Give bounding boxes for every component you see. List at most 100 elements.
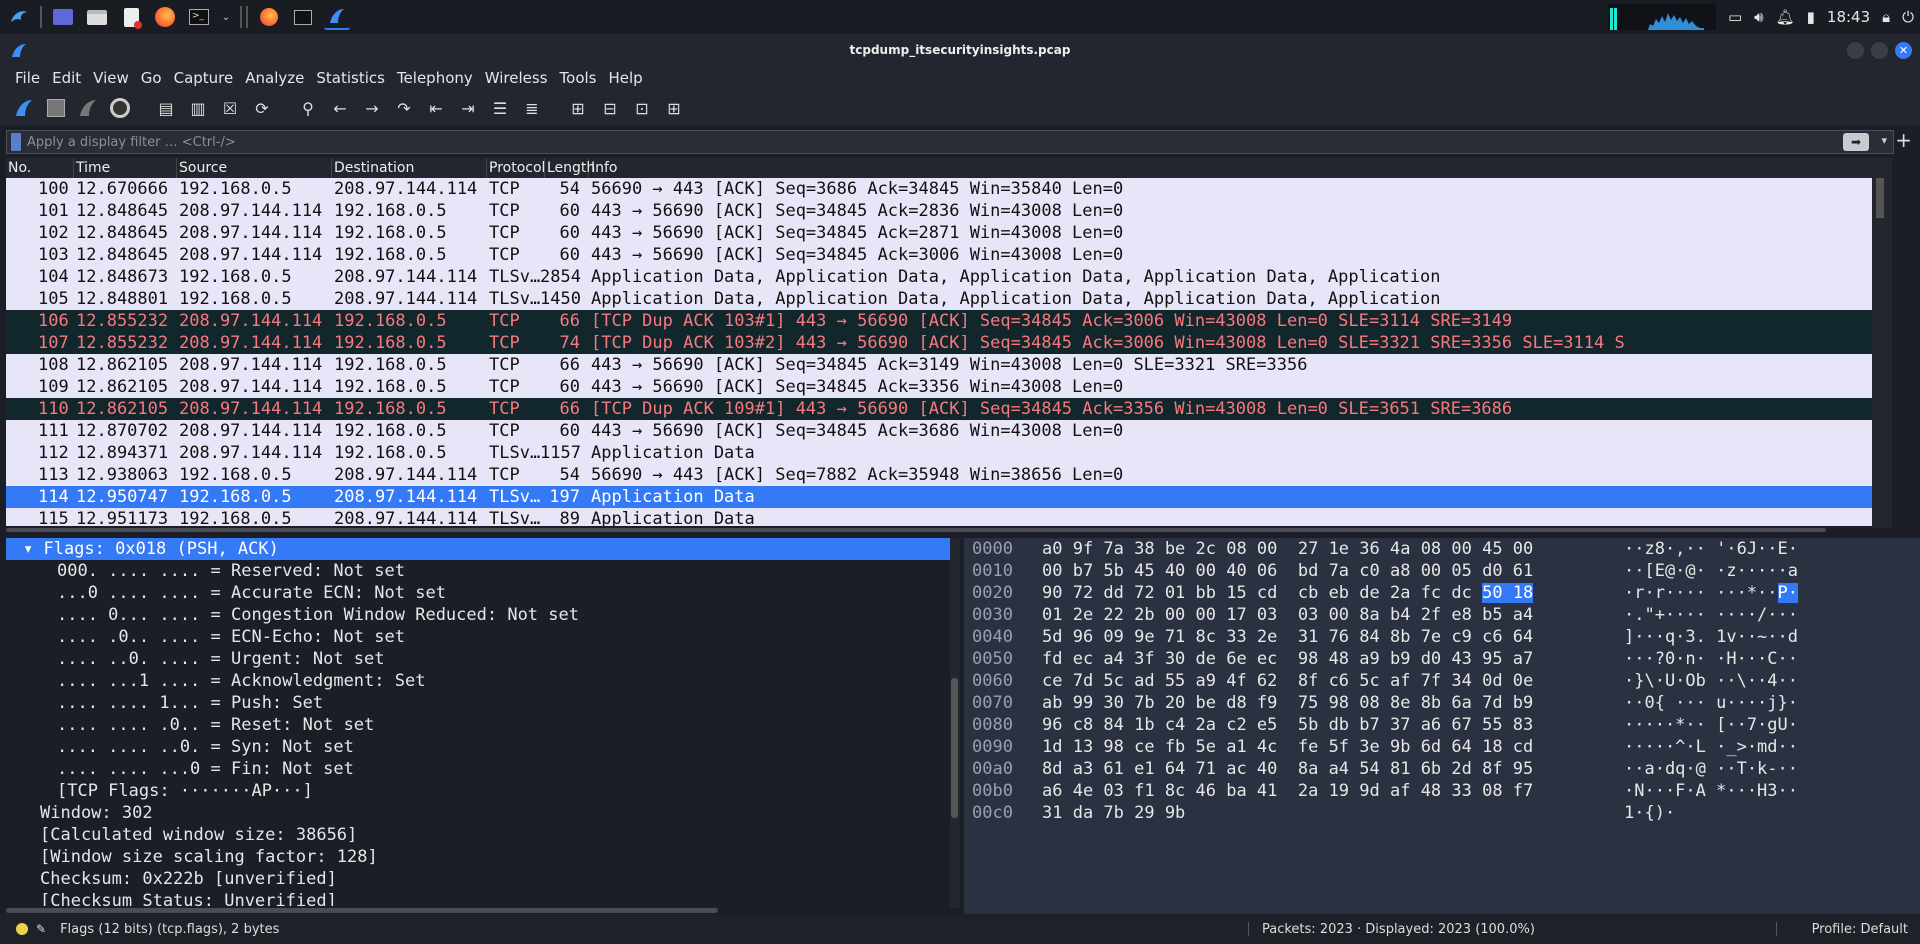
- menu-view[interactable]: View: [88, 69, 136, 87]
- detail-row[interactable]: [Window size scaling factor: 128]: [6, 846, 950, 868]
- menu-help[interactable]: Help: [603, 69, 649, 87]
- firefox-task-icon[interactable]: [256, 4, 282, 30]
- clock[interactable]: 18:43: [1827, 8, 1870, 26]
- go-forward-icon[interactable]: →: [358, 94, 386, 122]
- packet-row[interactable]: 110 12.862105 208.97.144.114 192.168.0.5 TCP…: [6, 398, 1872, 420]
- hex-bytes[interactable]: 90 72 dd 72 01 bb 15 cd cb eb de 2a fc d…: [1042, 582, 1534, 604]
- power-icon[interactable]: ⏻: [1902, 8, 1914, 26]
- packet-row[interactable]: 107 12.855232 208.97.144.114 192.168.0.5 TCP…: [6, 332, 1872, 354]
- restart-capture-icon[interactable]: [74, 94, 102, 122]
- last-packet-icon[interactable]: ⇥: [454, 94, 482, 122]
- chevron-down-icon[interactable]: ⌄: [220, 4, 232, 30]
- firefox-icon[interactable]: [152, 4, 178, 30]
- hex-ascii[interactable]: ·r·r···· ···*··P·: [1624, 582, 1799, 604]
- first-packet-icon[interactable]: ⇤: [422, 94, 450, 122]
- hex-ascii[interactable]: ·····^·L ·_>·md··: [1624, 736, 1798, 758]
- hex-ascii[interactable]: ··z8·,·· '·6J··E·: [1624, 538, 1798, 560]
- detail-row[interactable]: .... 0... .... = Congestion Window Reduc…: [6, 604, 950, 626]
- hex-ascii[interactable]: ·."+···· ····/···: [1624, 604, 1798, 626]
- bookmark-icon[interactable]: [11, 133, 21, 151]
- detail-row[interactable]: [Calculated window size: 38656]: [6, 824, 950, 846]
- packet-list-scrollbar[interactable]: [1872, 158, 1892, 528]
- hex-bytes[interactable]: 1d 13 98 ce fb 5e a1 4c fe 5f 3e 9b 6d 6…: [1042, 736, 1533, 758]
- detail-row[interactable]: 000. .... .... = Reserved: Not set: [6, 560, 950, 582]
- status-profile[interactable]: Profile: Default: [1812, 922, 1908, 937]
- col-destination[interactable]: Destination: [332, 158, 487, 178]
- packet-list[interactable]: No. Time Source Destination Protocol Len…: [6, 158, 1872, 528]
- packet-bytes[interactable]: 0000 a0 9f 7a 38 be 2c 08 00 27 1e 36 4a …: [964, 538, 1920, 914]
- hex-bytes[interactable]: 5d 96 09 9e 71 8c 33 2e 31 76 84 8b 7e c…: [1042, 626, 1533, 648]
- detail-row[interactable]: ▾ Flags: 0x018 (PSH, ACK): [6, 538, 950, 560]
- hex-ascii[interactable]: 1·{)·: [1624, 802, 1675, 824]
- hex-bytes[interactable]: 96 c8 84 1b c4 2a c2 e5 5b db b7 37 a6 6…: [1042, 714, 1533, 736]
- terminal-task-icon[interactable]: [290, 4, 316, 30]
- col-time[interactable]: Time: [74, 158, 177, 178]
- autoscroll-icon[interactable]: ☰: [486, 94, 514, 122]
- lock-icon[interactable]: 🔒︎: [1882, 8, 1890, 26]
- capture-comment-icon[interactable]: ✎: [36, 922, 46, 936]
- terminal-icon[interactable]: >_: [186, 4, 212, 30]
- packet-row[interactable]: 104 12.848673 192.168.0.5 208.97.144.114 TLS…: [6, 266, 1872, 288]
- expert-info-icon[interactable]: [16, 923, 28, 935]
- volume-icon[interactable]: 🔊︎: [1754, 8, 1763, 26]
- start-capture-icon[interactable]: [10, 94, 38, 122]
- hex-ascii[interactable]: ·····*·· [··7·gU·: [1624, 714, 1798, 736]
- colorize-icon[interactable]: ≣: [518, 94, 546, 122]
- stop-capture-icon[interactable]: [42, 94, 70, 122]
- hex-ascii[interactable]: ··[E@·@· ·z·····a: [1624, 560, 1798, 582]
- filter-dropdown-icon[interactable]: ▾: [1881, 134, 1887, 147]
- wireshark-task-icon[interactable]: [324, 4, 350, 30]
- packet-list-hscrollbar[interactable]: [6, 526, 1872, 534]
- detail-row[interactable]: .... .0.. .... = ECN-Echo: Not set: [6, 626, 950, 648]
- hex-bytes[interactable]: 00 b7 5b 45 40 00 40 06 bd 7a c0 a8 00 0…: [1042, 560, 1533, 582]
- detail-row[interactable]: .... ..0. .... = Urgent: Not set: [6, 648, 950, 670]
- col-no[interactable]: No.: [6, 158, 74, 178]
- hex-ascii[interactable]: ··a·dq·@ ··T·k-··: [1624, 758, 1798, 780]
- go-back-icon[interactable]: ←: [326, 94, 354, 122]
- packet-row[interactable]: 115 12.951173 192.168.0.5 208.97.144.114 TLS…: [6, 508, 1872, 528]
- menu-telephony[interactable]: Telephony: [392, 69, 480, 87]
- packet-row[interactable]: 100 12.670666 192.168.0.5 208.97.144.114 TCP…: [6, 178, 1872, 200]
- open-file-icon[interactable]: ▤: [152, 94, 180, 122]
- packet-row[interactable]: 106 12.855232 208.97.144.114 192.168.0.5 TCP…: [6, 310, 1872, 332]
- col-protocol[interactable]: Protocol: [487, 158, 545, 178]
- normal-size-icon[interactable]: ⊡: [628, 94, 656, 122]
- go-to-packet-icon[interactable]: ↷: [390, 94, 418, 122]
- detail-row[interactable]: .... .... 1... = Push: Set: [6, 692, 950, 714]
- hex-bytes[interactable]: a6 4e 03 f1 8c 46 ba 41 2a 19 9d af 48 3…: [1042, 780, 1533, 802]
- packet-row[interactable]: 114 12.950747 192.168.0.5 208.97.144.114 TLS…: [6, 486, 1872, 508]
- hex-bytes[interactable]: a0 9f 7a 38 be 2c 08 00 27 1e 36 4a 08 0…: [1042, 538, 1533, 560]
- menu-file[interactable]: File: [10, 69, 47, 87]
- hex-ascii[interactable]: ·N···F·A *···H3··: [1624, 780, 1798, 802]
- menu-tools[interactable]: Tools: [555, 69, 604, 87]
- detail-row[interactable]: [TCP Flags: ·······AP···]: [6, 780, 950, 802]
- desktop-icon[interactable]: [50, 4, 76, 30]
- packet-row[interactable]: 108 12.862105 208.97.144.114 192.168.0.5 TCP…: [6, 354, 1872, 376]
- detail-row[interactable]: Checksum: 0x222b [unverified]: [6, 868, 950, 890]
- reload-file-icon[interactable]: ⟳: [248, 94, 276, 122]
- maximize-button[interactable]: [1871, 42, 1888, 59]
- text-editor-icon[interactable]: [118, 4, 144, 30]
- hex-ascii[interactable]: ··0{ ··· u····j}·: [1624, 692, 1798, 714]
- detail-row[interactable]: ...0 .... .... = Accurate ECN: Not set: [6, 582, 950, 604]
- col-info[interactable]: Info: [589, 158, 1872, 178]
- hex-bytes[interactable]: ab 99 30 7b 20 be d8 f9 75 98 08 8e 8b 6…: [1042, 692, 1533, 714]
- packet-row[interactable]: 103 12.848645 208.97.144.114 192.168.0.5 TCP…: [6, 244, 1872, 266]
- detail-row[interactable]: .... .... ..0. = Syn: Not set: [6, 736, 950, 758]
- hex-ascii[interactable]: ···?0·n· ·H···C··: [1624, 648, 1798, 670]
- kali-menu-icon[interactable]: [6, 4, 32, 30]
- packet-row[interactable]: 105 12.848801 192.168.0.5 208.97.144.114 TLS…: [6, 288, 1872, 310]
- menu-capture[interactable]: Capture: [169, 69, 241, 87]
- battery-icon[interactable]: ▮: [1807, 8, 1815, 26]
- menu-edit[interactable]: Edit: [47, 69, 88, 87]
- details-hscrollbar[interactable]: [6, 906, 950, 914]
- close-button[interactable]: ✕: [1895, 42, 1912, 59]
- display-filter-bar[interactable]: Apply a display filter … <Ctrl-/> ➡ ▾: [6, 130, 1894, 154]
- menu-statistics[interactable]: Statistics: [311, 69, 392, 87]
- packet-row[interactable]: 109 12.862105 208.97.144.114 192.168.0.5 TCP…: [6, 376, 1872, 398]
- file-manager-icon[interactable]: [84, 4, 110, 30]
- minimize-button[interactable]: [1847, 42, 1864, 59]
- details-scrollbar[interactable]: [950, 538, 960, 908]
- col-source[interactable]: Source: [177, 158, 332, 178]
- col-length[interactable]: Length: [545, 158, 595, 178]
